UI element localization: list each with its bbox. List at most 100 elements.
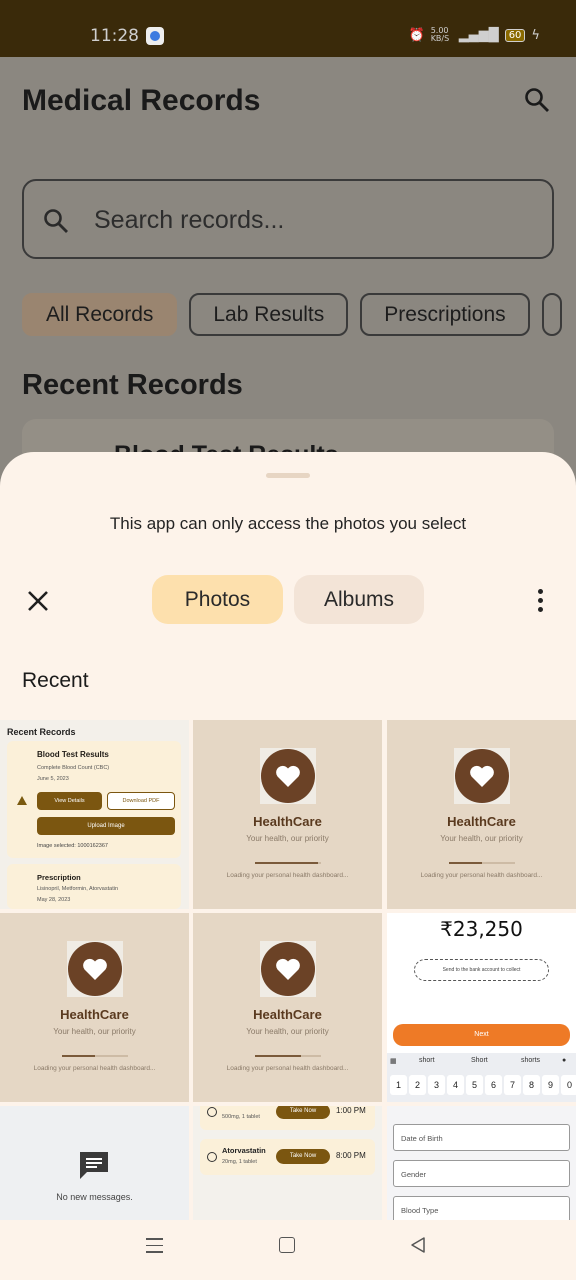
flask-icon: [17, 796, 27, 805]
alarm-icon: ⏰: [408, 27, 425, 43]
thumb-text: ₹23,250: [440, 917, 523, 941]
progress-fill: [255, 862, 318, 864]
thumb-text: Short: [471, 1057, 488, 1064]
thumb-text: Loading your personal health dashboard..…: [420, 872, 543, 879]
photo-thumbnail[interactable]: No new messages.: [0, 1106, 189, 1220]
thumb-card: Prescription Lisinopril, Metformin, Ator…: [7, 864, 181, 909]
thumb-text: June 5, 2023: [37, 776, 69, 782]
recents-icon[interactable]: [146, 1238, 163, 1254]
thumb-text: May 28, 2023: [37, 897, 71, 903]
photo-thumbnail[interactable]: Date of Birth Gender Blood Type: [387, 1106, 576, 1220]
clock-icon: [207, 1152, 217, 1162]
section-title: Recent Records: [22, 369, 243, 401]
photo-thumbnail[interactable]: HealthCare Your health, our priority Loa…: [387, 720, 576, 909]
thumb-text: Prescription: [37, 873, 81, 882]
thumb-text: 5: [466, 1075, 483, 1095]
thumb-text: Next: [393, 1024, 570, 1046]
signal-icon: ▂▄▆█: [458, 27, 499, 43]
heart-logo-icon: [455, 749, 509, 803]
chip-all-records[interactable]: All Records: [22, 293, 178, 336]
thumb-text: Your health, our priority: [53, 1027, 136, 1036]
progress-bar: [449, 862, 515, 864]
keyboard-number-row: 1 2 3 4 5 6 7 8 9 0: [390, 1075, 576, 1095]
network-speed: 5.00 KB/S: [430, 26, 450, 43]
thumb-text: Loading your personal health dashboard..…: [226, 872, 349, 879]
grid-icon: ▦: [390, 1058, 397, 1065]
thumb-text: Your health, our priority: [246, 1027, 329, 1036]
thumb-text: 7: [504, 1075, 521, 1095]
battery-icon: 60: [504, 28, 526, 42]
status-time: 11:28: [90, 26, 139, 46]
thumb-text: Lisinopril, Metformin, Atorvastatin: [37, 886, 119, 892]
medication-row: 500mg, 1 tablet Take Now 1:00 PM: [200, 1106, 375, 1130]
photo-thumbnail[interactable]: ₹23,250 Send to the bank account to coll…: [387, 913, 576, 1102]
search-icon[interactable]: [524, 87, 550, 113]
home-icon[interactable]: [279, 1237, 295, 1253]
thumb-text: 20mg, 1 tablet: [222, 1159, 257, 1165]
thumb-card: Blood Test Results Complete Blood Count …: [7, 741, 181, 858]
thumb-text: No new messages.: [56, 1192, 133, 1202]
tab-photos[interactable]: Photos: [152, 575, 283, 624]
thumb-text: Blood Type: [393, 1196, 570, 1220]
photo-thumbnail[interactable]: HealthCare Your health, our priority Loa…: [0, 913, 189, 1102]
photo-grid: Recent Records Blood Test Results Comple…: [0, 720, 576, 1220]
status-indicators: ⏰ 5.00 KB/S ▂▄▆█ 60 ϟ: [409, 27, 541, 43]
thumb-text: Recent Records: [7, 727, 76, 737]
thumb-text: shorts: [521, 1057, 541, 1064]
section-label: Recent: [22, 669, 89, 692]
medication-row: Atorvastatin 20mg, 1 tablet Take Now 8:0…: [200, 1139, 375, 1175]
progress-bar: [255, 1055, 321, 1057]
thumb-text: Your health, our priority: [440, 834, 523, 843]
thumb-text: Gender: [393, 1160, 570, 1187]
thumb-text: 500mg, 1 tablet: [222, 1114, 260, 1120]
filter-chips: All Records Lab Results Prescriptions: [22, 293, 562, 336]
thumb-text: Take Now: [276, 1106, 330, 1119]
thumb-text: Blood Test Results: [37, 750, 109, 759]
thumb-text: HealthCare: [447, 814, 516, 829]
thumb-text: 1:00 PM: [336, 1106, 366, 1115]
system-nav-bar: [0, 1220, 576, 1280]
tab-albums[interactable]: Albums: [294, 575, 424, 624]
status-bar: 11:28 ⏰ 5.00 KB/S ▂▄▆█ 60 ϟ: [0, 0, 576, 57]
photo-thumbnail[interactable]: Recent Records Blood Test Results Comple…: [0, 720, 189, 909]
drag-handle[interactable]: [266, 473, 310, 478]
photo-thumbnail[interactable]: HealthCare Your health, our priority Loa…: [193, 913, 382, 1102]
chip-more[interactable]: [541, 293, 562, 336]
thumb-text: 6: [485, 1075, 502, 1095]
heart-logo-icon: [261, 942, 315, 996]
thumb-text: HealthCare: [253, 1007, 322, 1022]
heart-logo-icon: [261, 749, 315, 803]
thumb-text: 9: [542, 1075, 559, 1095]
thumb-text: Loading your personal health dashboard..…: [33, 1065, 156, 1072]
thumb-text: Date of Birth: [393, 1124, 570, 1151]
thumb-text: Complete Blood Count (CBC): [37, 765, 110, 771]
progress-fill: [62, 1055, 95, 1057]
progress-bar: [255, 862, 321, 864]
thumb-text: short: [419, 1057, 435, 1064]
thumb-text: Download PDF: [107, 792, 175, 810]
notification-app-icon: [146, 27, 164, 45]
keyboard-suggestions: ▦ short Short shorts ●: [387, 1053, 576, 1071]
thumb-text: Image selected: 1000162367: [37, 843, 108, 849]
photo-thumbnail[interactable]: HealthCare Your health, our priority Loa…: [193, 720, 382, 909]
photo-thumbnail[interactable]: 500mg, 1 tablet Take Now 1:00 PM Atorvas…: [193, 1106, 382, 1220]
thumb-text: Upload Image: [37, 817, 175, 835]
close-icon[interactable]: [22, 585, 54, 617]
chip-prescriptions[interactable]: Prescriptions: [360, 293, 530, 336]
thumb-text: HealthCare: [60, 1007, 129, 1022]
search-placeholder: Search records...: [94, 206, 285, 234]
charging-icon: ϟ: [531, 27, 540, 43]
search-input[interactable]: Search records...: [22, 179, 554, 259]
access-notice: This app can only access the photos you …: [109, 514, 467, 533]
thumb-text: 8: [523, 1075, 540, 1095]
chip-lab-results[interactable]: Lab Results: [189, 293, 349, 336]
more-options-icon[interactable]: [527, 587, 553, 617]
thumb-text: 2: [409, 1075, 426, 1095]
thumb-text: View Details: [37, 792, 102, 810]
back-icon[interactable]: [409, 1236, 427, 1254]
thumb-text: Send to the bank account to collect: [414, 959, 549, 981]
thumb-text: HealthCare: [253, 814, 322, 829]
thumb-text: Take Now: [276, 1149, 330, 1164]
thumb-text: Loading your personal health dashboard..…: [226, 1065, 349, 1072]
keyboard-preview: ▦ short Short shorts ● 1 2 3 4 5 6 7 8 9…: [387, 1053, 576, 1102]
